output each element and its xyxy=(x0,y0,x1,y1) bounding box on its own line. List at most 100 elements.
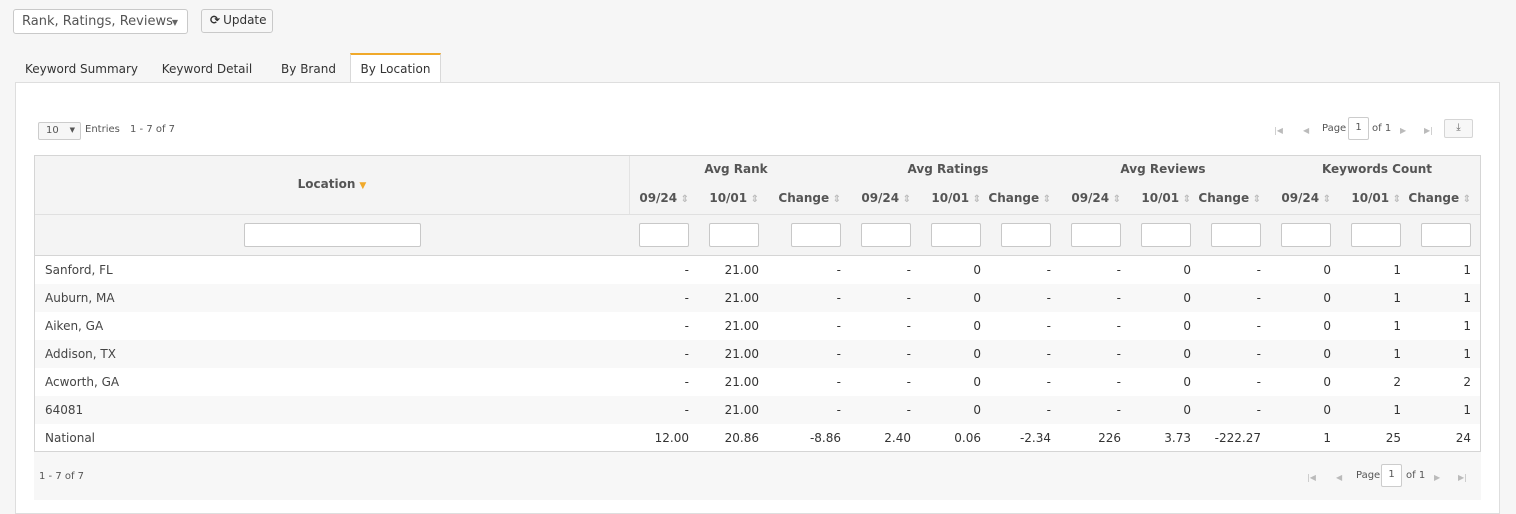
value-cell: 2.40 xyxy=(884,431,911,445)
column-filter-input[interactable] xyxy=(931,223,981,247)
value-cell: 1 xyxy=(1393,291,1401,305)
last-page-icon[interactable]: ▶| xyxy=(1424,126,1433,135)
column-filter-input[interactable] xyxy=(1211,223,1261,247)
sort-icon: ⇕ xyxy=(1039,194,1051,205)
prev-page-icon[interactable]: ◀ xyxy=(1336,473,1342,482)
tab-by-brand[interactable]: By Brand xyxy=(266,53,351,83)
column-filter-input[interactable] xyxy=(709,223,759,247)
table-row[interactable]: National 12.00 20.86 -8.86 2.40 0.06 -2.34 226 3… xyxy=(35,424,1480,452)
location-header[interactable]: Location ▼ xyxy=(35,177,629,191)
location-header-label: Location xyxy=(297,177,356,191)
value-cell: - xyxy=(1116,291,1121,305)
view-select[interactable]: Rank, Ratings, Reviews ▼ xyxy=(13,9,188,34)
table-row[interactable]: Addison, TX - 21.00 - - 0 - - 0 - 0 1 1 xyxy=(35,340,1480,368)
value-cell: 0 xyxy=(1323,375,1331,389)
sort-icon: ⇕ xyxy=(969,194,981,205)
table-row[interactable]: Acworth, GA - 21.00 - - 0 - - 0 - 0 2 2 xyxy=(35,368,1480,396)
table-row[interactable]: Auburn, MA - 21.00 - - 0 - - 0 - 0 1 1 xyxy=(35,284,1480,312)
last-page-icon[interactable]: ▶| xyxy=(1458,473,1467,482)
entries-select[interactable]: 10 ▼ xyxy=(38,122,81,140)
value-cell: - xyxy=(1116,375,1121,389)
value-cell: - xyxy=(684,263,689,277)
next-page-icon[interactable]: ▶ xyxy=(1400,126,1406,135)
sort-icon: ⇕ xyxy=(1109,194,1121,205)
value-cell: 1 xyxy=(1393,347,1401,361)
column-header-label: 10/01 xyxy=(709,191,748,205)
column-header[interactable]: 10/01 ⇕ xyxy=(1125,191,1191,205)
column-header-label: 09/24 xyxy=(1281,191,1320,205)
sort-icon: ⇕ xyxy=(1179,194,1191,205)
column-header-label: 10/01 xyxy=(931,191,970,205)
page-label: Page xyxy=(1356,470,1381,481)
value-cell: 0 xyxy=(1323,263,1331,277)
prev-page-icon[interactable]: ◀ xyxy=(1303,126,1309,135)
column-header-label: 09/24 xyxy=(639,191,678,205)
column-filter-input[interactable] xyxy=(1281,223,1331,247)
value-cell: 226 xyxy=(1098,431,1121,445)
column-header[interactable]: Change ⇕ xyxy=(1405,191,1471,205)
update-button[interactable]: ⟳ Update xyxy=(201,9,273,33)
location-filter-input[interactable] xyxy=(244,223,421,247)
value-cell: 0 xyxy=(1183,263,1191,277)
table-row[interactable]: Sanford, FL - 21.00 - - 0 - - 0 - 0 1 1 xyxy=(35,256,1480,284)
first-page-icon[interactable]: |◀ xyxy=(1274,126,1283,135)
value-cell: - xyxy=(1046,403,1051,417)
value-cell: 1 xyxy=(1463,263,1471,277)
column-header[interactable]: Change ⇕ xyxy=(1195,191,1261,205)
download-button[interactable]: ⤓ xyxy=(1444,119,1473,138)
refresh-icon: ⟳ xyxy=(210,13,221,27)
value-cell: - xyxy=(906,403,911,417)
tab-keyword-summary[interactable]: Keyword Summary xyxy=(15,53,148,83)
column-header[interactable]: Change ⇕ xyxy=(775,191,841,205)
column-filter-input[interactable] xyxy=(791,223,841,247)
value-cell: - xyxy=(1256,319,1261,333)
tab-label: Keyword Detail xyxy=(161,62,253,76)
column-header[interactable]: 10/01 ⇕ xyxy=(693,191,759,205)
column-filter-input[interactable] xyxy=(1421,223,1471,247)
first-page-icon[interactable]: |◀ xyxy=(1307,473,1316,482)
column-header-label: 09/24 xyxy=(1071,191,1110,205)
value-cell: 0 xyxy=(1323,403,1331,417)
value-cell: 0 xyxy=(973,291,981,305)
value-cell: 1 xyxy=(1463,403,1471,417)
sort-icon: ⇕ xyxy=(1389,194,1401,205)
column-filter-input[interactable] xyxy=(1001,223,1051,247)
value-cell: 0 xyxy=(973,403,981,417)
value-cell: -2.34 xyxy=(1019,431,1051,445)
location-cell: Aiken, GA xyxy=(45,319,104,333)
value-cell: 1 xyxy=(1393,319,1401,333)
column-header[interactable]: 10/01 ⇕ xyxy=(915,191,981,205)
tab-keyword-detail[interactable]: Keyword Detail xyxy=(148,53,266,83)
value-cell: - xyxy=(1046,291,1051,305)
chevron-down-icon: ▼ xyxy=(171,18,178,27)
page-input[interactable]: 1 xyxy=(1381,464,1402,487)
column-header[interactable]: 09/24 ⇕ xyxy=(1055,191,1121,205)
column-header[interactable]: Change ⇕ xyxy=(985,191,1051,205)
page-input[interactable]: 1 xyxy=(1348,117,1369,140)
column-filter-input[interactable] xyxy=(861,223,911,247)
value-cell: -8.86 xyxy=(809,431,841,445)
column-header-label: 09/24 xyxy=(861,191,900,205)
column-filter-input[interactable] xyxy=(1071,223,1121,247)
sort-icon: ⇕ xyxy=(829,194,841,205)
column-filter-input[interactable] xyxy=(1141,223,1191,247)
column-header[interactable]: 09/24 ⇕ xyxy=(623,191,689,205)
value-cell: 0 xyxy=(973,347,981,361)
column-header[interactable]: 09/24 ⇕ xyxy=(1265,191,1331,205)
location-cell: 64081 xyxy=(45,403,84,417)
value-cell: 2 xyxy=(1393,375,1401,389)
tab-by-location[interactable]: By Location xyxy=(350,53,441,84)
column-filter-input[interactable] xyxy=(1351,223,1401,247)
table-row[interactable]: Aiken, GA - 21.00 - - 0 - - 0 - 0 1 1 xyxy=(35,312,1480,340)
table-row[interactable]: 64081 - 21.00 - - 0 - - 0 - 0 1 1 xyxy=(35,396,1480,424)
next-page-icon[interactable]: ▶ xyxy=(1434,473,1440,482)
header-divider xyxy=(35,214,1480,215)
value-cell: - xyxy=(1256,403,1261,417)
sort-icon: ⇕ xyxy=(899,194,911,205)
column-filter-input[interactable] xyxy=(639,223,689,247)
column-header[interactable]: 09/24 ⇕ xyxy=(845,191,911,205)
value-cell: 21.00 xyxy=(724,403,759,417)
value-cell: - xyxy=(836,347,841,361)
value-cell: 21.00 xyxy=(724,347,759,361)
column-header[interactable]: 10/01 ⇕ xyxy=(1335,191,1401,205)
